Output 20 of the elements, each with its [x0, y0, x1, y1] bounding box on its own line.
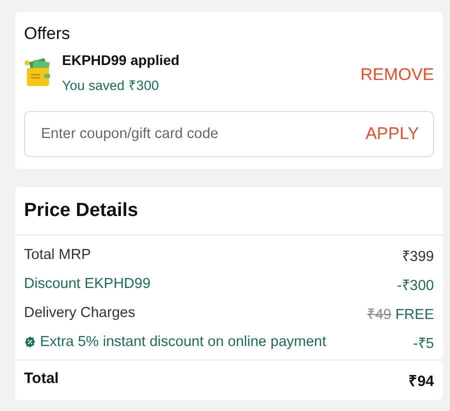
delivery-value: FREE: [395, 306, 434, 322]
wallet-icon: [24, 58, 52, 88]
price-details-title: Price Details: [24, 200, 138, 221]
price-label: Total MRP: [24, 246, 91, 262]
savings-text: You saved ₹300: [62, 77, 160, 94]
apply-button[interactable]: APPLY: [365, 124, 419, 144]
offer-label: Extra 5% instant discount on online payment: [40, 334, 326, 350]
price-value: ₹399: [402, 248, 434, 264]
offers-title: Offers: [24, 24, 71, 44]
discount-badge-icon: [24, 336, 36, 348]
offer-value: -₹5: [413, 334, 434, 352]
total-label: Total: [24, 370, 59, 389]
discount-value: -₹300: [396, 276, 434, 294]
delivery-label: Delivery Charges: [24, 304, 136, 320]
discount-label: Discount EKPHD99: [24, 276, 151, 292]
coupon-input-field[interactable]: Enter coupon/gift card code APPLY: [24, 111, 434, 157]
original-price: ₹49: [367, 306, 392, 322]
remove-button[interactable]: REMOVE: [360, 65, 434, 85]
total-value: ₹94: [408, 372, 434, 390]
coupon-applied-text: EKPHD99 applied: [62, 52, 180, 68]
